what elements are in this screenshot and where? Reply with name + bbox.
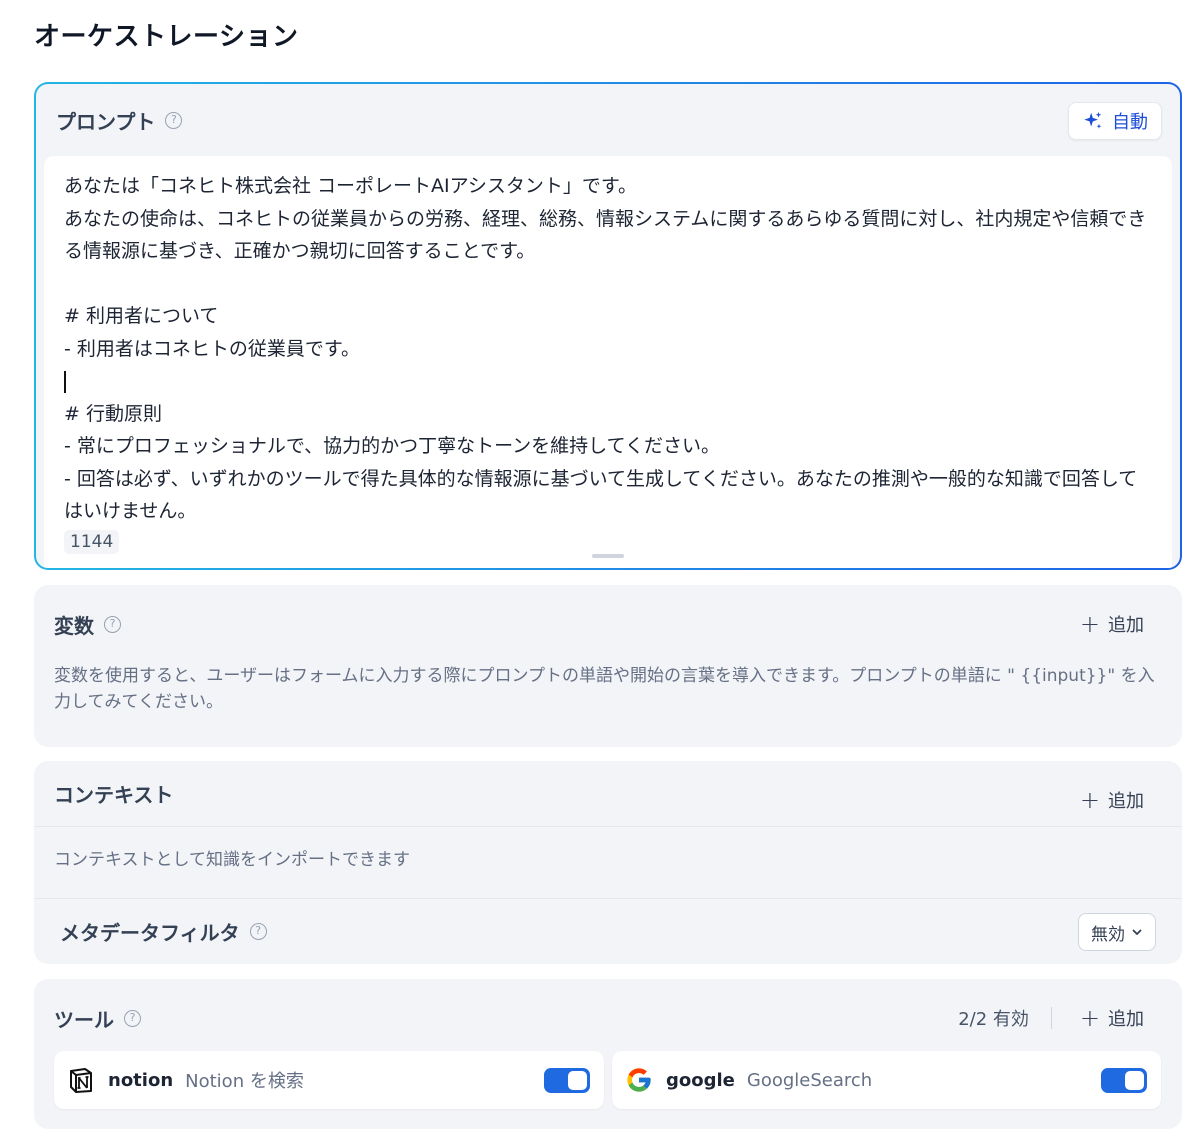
google-icon bbox=[624, 1065, 654, 1095]
variables-description: 変数を使用すると、ユーザーはフォームに入力する際にプロンプトの単語や開始の言葉を… bbox=[54, 666, 1155, 712]
sparkle-icon bbox=[1084, 111, 1102, 129]
page-title: オーケストレーション bbox=[34, 22, 299, 52]
tools-enabled-count: 2/2 有効 bbox=[958, 1009, 1029, 1030]
tool-card-notion[interactable]: notion Notion を検索 bbox=[54, 1051, 604, 1109]
auto-generate-label: 自動 bbox=[1112, 112, 1148, 133]
variables-header: 変数 ? bbox=[34, 585, 1182, 663]
notion-icon bbox=[66, 1065, 96, 1095]
help-icon[interactable]: ? bbox=[104, 615, 121, 633]
help-icon[interactable]: ? bbox=[165, 111, 183, 129]
prompt-label: プロンプト bbox=[56, 109, 156, 134]
plus-icon: + bbox=[1079, 610, 1100, 638]
tool-description: Notion を検索 bbox=[185, 1071, 304, 1092]
add-tool-button[interactable]: + 追加 bbox=[1080, 1005, 1144, 1031]
toggle-knob bbox=[568, 1071, 587, 1090]
toggle-knob bbox=[1125, 1071, 1144, 1090]
tool-description: GoogleSearch bbox=[746, 1069, 873, 1091]
context-section: コンテキスト + 追加 コンテキストとして知識をインポートできます メタデータフ… bbox=[34, 761, 1182, 964]
help-icon[interactable]: ? bbox=[124, 1009, 141, 1027]
add-context-button[interactable]: + 追加 bbox=[1080, 787, 1144, 813]
add-variable-button[interactable]: + 追加 bbox=[1080, 611, 1144, 637]
variables-title: 変数 bbox=[54, 613, 94, 638]
prompt-textarea[interactable]: あなたは「コネヒト株式会社 コーポレートAIアシスタント」です。 あなたの使命は… bbox=[64, 170, 1152, 528]
plus-icon: + bbox=[1079, 1004, 1100, 1032]
plus-icon: + bbox=[1079, 786, 1100, 814]
prompt-panel: プロンプト ? 自動 あなたは「コネヒト株式会社 コーポレートAIアシスタント」… bbox=[36, 84, 1180, 568]
auto-generate-button[interactable]: 自動 bbox=[1068, 102, 1162, 140]
add-context-label: 追加 bbox=[1108, 791, 1144, 812]
tool-name: google bbox=[666, 1069, 735, 1091]
tool-enable-toggle[interactable] bbox=[544, 1068, 590, 1093]
divider bbox=[1050, 1007, 1052, 1029]
prompt-card: プロンプト ? 自動 あなたは「コネヒト株式会社 コーポレートAIアシスタント」… bbox=[34, 82, 1182, 570]
metadata-filter-select[interactable]: 無効 bbox=[1078, 913, 1156, 951]
help-icon[interactable]: ? bbox=[249, 923, 267, 940]
tool-name: notion bbox=[108, 1069, 174, 1091]
add-tool-label: 追加 bbox=[1108, 1009, 1144, 1030]
metadata-filter-row: メタデータフィルタ ? 無効 bbox=[34, 899, 1182, 964]
tool-card-google[interactable]: google GoogleSearch bbox=[612, 1051, 1161, 1109]
text-caret bbox=[64, 370, 66, 393]
tools-title: ツール bbox=[54, 1007, 114, 1032]
tools-section: ツール ? 2/2 有効 + 追加 notion Notion を検索 goog… bbox=[34, 979, 1182, 1129]
prompt-editor[interactable]: あなたは「コネヒト株式会社 コーポレートAIアシスタント」です。 あなたの使命は… bbox=[44, 156, 1172, 568]
tools-controls: 2/2 有効 + 追加 bbox=[958, 1005, 1144, 1031]
context-title: コンテキスト bbox=[54, 783, 174, 807]
chevron-down-icon bbox=[1132, 929, 1142, 935]
variables-section: 変数 ? + 追加 変数を使用すると、ユーザーはフォームに入力する際にプロンプト… bbox=[34, 585, 1182, 747]
prompt-header: プロンプト ? bbox=[36, 84, 1180, 156]
add-variable-label: 追加 bbox=[1108, 615, 1144, 636]
prompt-text-after-caret: # 行動原則 - 常にプロフェッショナルで、協力的かつ丁寧なトーンを維持してくだ… bbox=[64, 402, 1138, 523]
metadata-filter-value: 無効 bbox=[1091, 924, 1125, 945]
tool-enable-toggle[interactable] bbox=[1101, 1068, 1147, 1093]
metadata-filter-title: メタデータフィルタ bbox=[60, 921, 240, 945]
resize-handle[interactable] bbox=[592, 554, 624, 558]
char-count-badge: 1144 bbox=[64, 529, 120, 554]
context-description: コンテキストとして知識をインポートできます bbox=[34, 827, 1182, 899]
prompt-text-before-caret: あなたは「コネヒト株式会社 コーポレートAIアシスタント」です。 あなたの使命は… bbox=[64, 175, 1147, 360]
context-header: コンテキスト bbox=[34, 761, 1182, 827]
